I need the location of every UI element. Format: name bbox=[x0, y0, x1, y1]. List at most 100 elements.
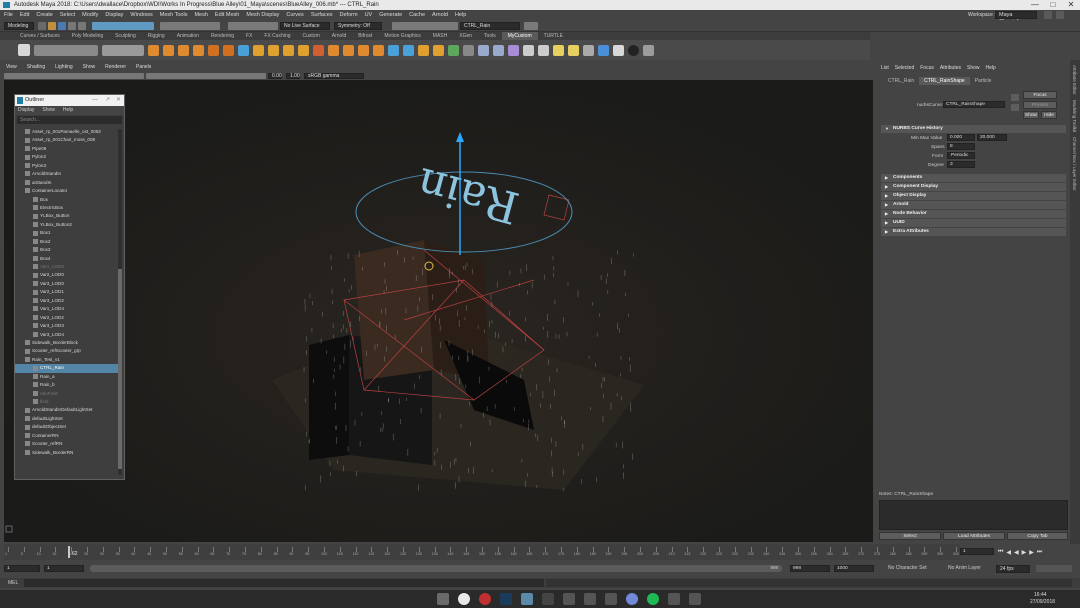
curve-icon[interactable] bbox=[598, 44, 609, 56]
load-attributes-button[interactable]: Load Attributes bbox=[943, 532, 1005, 540]
maximize-icon[interactable]: ↗ bbox=[105, 95, 110, 106]
shelf-tab-poly-modeling[interactable]: Poly Modeling bbox=[66, 32, 109, 40]
section-component-display[interactable]: Component Display bbox=[881, 183, 1066, 191]
notes-textarea[interactable] bbox=[879, 500, 1068, 530]
selection-mask-icons[interactable] bbox=[92, 21, 154, 30]
close-icon[interactable]: ✕ bbox=[116, 95, 121, 106]
app-icon[interactable] bbox=[605, 593, 617, 605]
mode-dropdown[interactable]: Modeling bbox=[4, 21, 34, 30]
shelf-tab-animation[interactable]: Animation bbox=[171, 32, 205, 40]
outliner-item[interactable]: Var3_LOD2 bbox=[15, 297, 119, 305]
3dsmax-icon[interactable] bbox=[542, 593, 554, 605]
save-scene-icon[interactable] bbox=[58, 21, 66, 30]
outliner-item[interactable]: YLBox_Button2 bbox=[15, 221, 119, 229]
panel-menu-shading[interactable]: Shading bbox=[27, 64, 45, 70]
symmetry-dropdown[interactable]: Symmetry: Off bbox=[334, 21, 382, 30]
poly-bevel-icon[interactable] bbox=[223, 44, 234, 56]
outliner-menu-help[interactable]: Help bbox=[63, 107, 73, 113]
menu-edit[interactable]: Edit bbox=[20, 12, 29, 18]
go-to-output-icon[interactable] bbox=[1011, 104, 1019, 111]
menu-surfaces[interactable]: Surfaces bbox=[311, 12, 333, 18]
spans-field[interactable]: 8 bbox=[947, 143, 975, 150]
spotify-icon[interactable] bbox=[647, 593, 659, 605]
poly-cylinder-icon[interactable] bbox=[163, 44, 174, 56]
outliner-item[interactable]: Sidewalk_BorderRN bbox=[15, 449, 119, 457]
outliner-item[interactable]: Pylon3 bbox=[15, 162, 119, 170]
outliner-item[interactable]: Pylon2 bbox=[15, 153, 119, 161]
exposure-field[interactable]: 0.00 bbox=[268, 72, 282, 79]
step-back-icon[interactable]: ◀ bbox=[1006, 549, 1011, 556]
file-explorer-icon[interactable] bbox=[437, 593, 449, 605]
minimize-icon[interactable]: — bbox=[92, 95, 98, 106]
outliner-item[interactable]: rainField bbox=[15, 390, 119, 398]
section-uuid[interactable]: UUID bbox=[881, 219, 1066, 227]
outliner-item[interactable]: Box2 bbox=[15, 238, 119, 246]
outliner-item[interactable]: Var1_LOD4 bbox=[15, 305, 119, 313]
outliner-item[interactable]: YLBox_Button bbox=[15, 212, 119, 220]
wireframe-icon[interactable] bbox=[538, 44, 549, 56]
stickman-icon[interactable] bbox=[584, 593, 596, 605]
outliner-titlebar[interactable]: Outliner — ↗ ✕ bbox=[15, 95, 124, 106]
shelf-misc-icon[interactable] bbox=[643, 44, 654, 56]
layout-icon[interactable] bbox=[1056, 11, 1064, 19]
attr-menu-list[interactable]: List bbox=[881, 65, 889, 71]
shelf-tab-rendering[interactable]: Rendering bbox=[205, 32, 240, 40]
viewport-3d[interactable]: Rain bbox=[4, 80, 873, 542]
outliner-item[interactable]: Var2_LOD2 bbox=[15, 314, 119, 322]
poly-cube-icon[interactable] bbox=[148, 44, 159, 56]
outliner-item[interactable]: ContainerLocator bbox=[15, 187, 119, 195]
boolean-icon[interactable] bbox=[313, 44, 324, 56]
paint-icon[interactable] bbox=[613, 44, 624, 56]
shelf-tab-xgen[interactable]: XGen bbox=[453, 32, 478, 40]
go-to-input-icon[interactable] bbox=[1011, 94, 1019, 101]
menu-mesh[interactable]: Mesh bbox=[194, 12, 207, 18]
play-forward-icon[interactable]: ▶ bbox=[1022, 549, 1027, 556]
render-icons[interactable] bbox=[392, 21, 458, 30]
mirror-icon[interactable] bbox=[298, 44, 309, 56]
outliner-item[interactable]: defaultLightSet bbox=[15, 415, 119, 423]
outliner-item[interactable]: Rain_a bbox=[15, 373, 119, 381]
uv-editor-icon[interactable] bbox=[238, 44, 249, 56]
outliner-menu-show[interactable]: Show bbox=[42, 107, 55, 113]
shelf-tab-curves-surfaces[interactable]: Curves / Surfaces bbox=[14, 32, 66, 40]
menu-cache[interactable]: Cache bbox=[409, 12, 425, 18]
maya-taskbar-icon[interactable] bbox=[521, 593, 533, 605]
menu-mesh-tools[interactable]: Mesh Tools bbox=[160, 12, 188, 18]
shelf-tab-rigging[interactable]: Rigging bbox=[142, 32, 171, 40]
sign-in-icon[interactable] bbox=[524, 21, 538, 30]
chrome-icon[interactable] bbox=[458, 593, 470, 605]
character-set-dropdown[interactable]: No Character Set bbox=[888, 565, 927, 571]
fill-hole-icon[interactable] bbox=[343, 44, 354, 56]
outliner-item[interactable]: aiStandIn bbox=[15, 179, 119, 187]
shelf-tab-mash[interactable]: MASH bbox=[427, 32, 453, 40]
shelf-tab-motion-graphics[interactable]: Motion Graphics bbox=[378, 32, 426, 40]
panel-menu-panels[interactable]: Panels bbox=[136, 64, 151, 70]
settings-icon[interactable] bbox=[1044, 11, 1052, 19]
range-start-field[interactable]: 1 bbox=[44, 565, 84, 572]
firefox-icon[interactable] bbox=[668, 593, 680, 605]
camera-icon[interactable] bbox=[508, 44, 519, 56]
shelf-tab-fx[interactable]: FX bbox=[240, 32, 258, 40]
range-slider[interactable]: 998 bbox=[90, 565, 782, 572]
section-components[interactable]: Components bbox=[881, 174, 1066, 182]
shelf-tab-fx-caching[interactable]: FX Caching bbox=[258, 32, 296, 40]
colorspace-dropdown[interactable]: sRGB gamma bbox=[304, 72, 364, 79]
menu-uv[interactable]: UV bbox=[365, 12, 373, 18]
object-name-field[interactable]: CTRL_Rain bbox=[460, 21, 520, 30]
locator-icon[interactable] bbox=[583, 44, 594, 56]
attr-menu-show[interactable]: Show bbox=[967, 65, 980, 71]
poly-torus-icon[interactable] bbox=[193, 44, 204, 56]
outliner-item[interactable]: CTRL_Rain bbox=[15, 364, 119, 373]
outliner-item[interactable]: Asset_rp_001Chair_moss_008 bbox=[15, 136, 119, 144]
outliner-item[interactable]: Box bbox=[15, 196, 119, 204]
menu-generate[interactable]: Generate bbox=[379, 12, 402, 18]
photoshop-icon[interactable] bbox=[500, 593, 512, 605]
outliner-item[interactable]: Var1_LOD0 bbox=[15, 263, 119, 271]
shelf-tab-bifrost[interactable]: Bifrost bbox=[352, 32, 378, 40]
focus-button[interactable]: Focus bbox=[1023, 91, 1057, 99]
attr-tab-particle[interactable]: Particle bbox=[970, 77, 997, 85]
outliner-item[interactable]: Box4 bbox=[15, 255, 119, 263]
auto-key-icons[interactable] bbox=[1036, 565, 1072, 572]
panel-tool-icons[interactable] bbox=[4, 72, 144, 79]
outliner-search-input[interactable]: Search... bbox=[17, 116, 122, 124]
